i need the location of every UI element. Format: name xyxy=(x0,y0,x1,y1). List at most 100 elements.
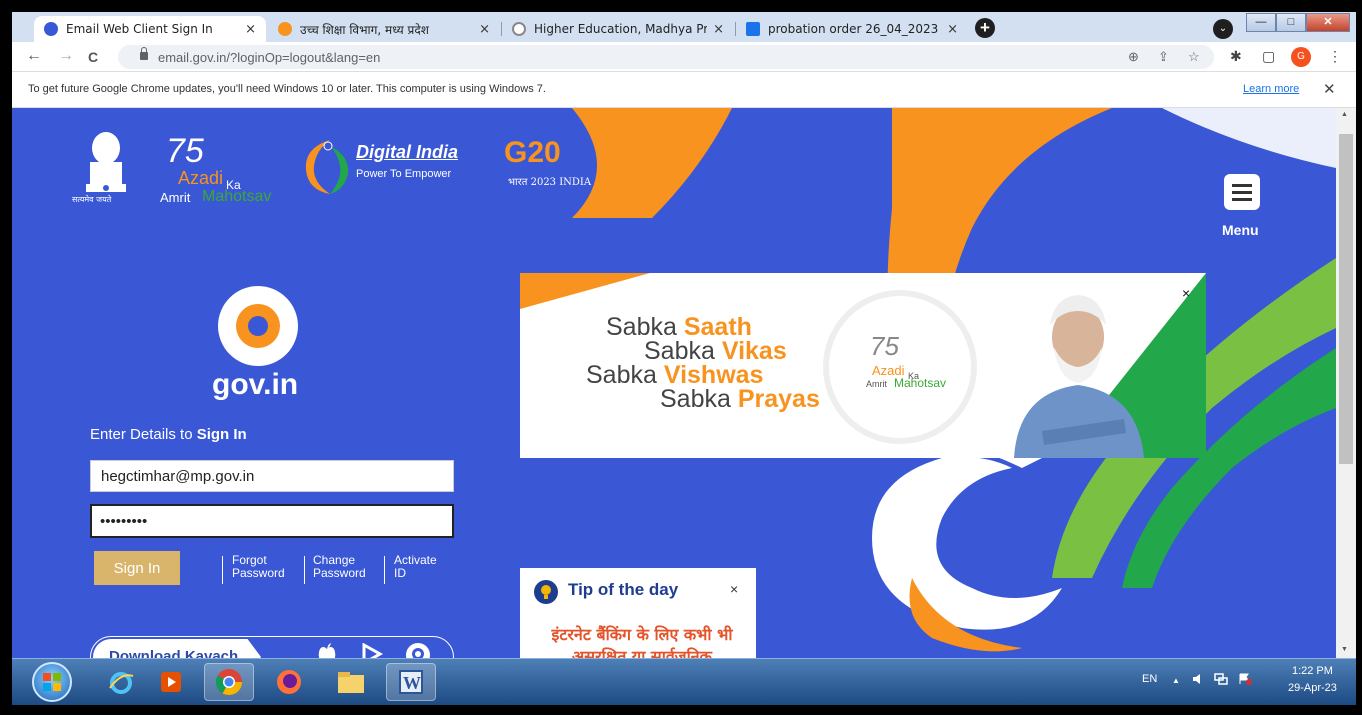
link-separator xyxy=(222,556,223,584)
tab-ucch-shiksha[interactable]: उच्च शिक्षा विभाग, मध्य प्रदेश × xyxy=(268,16,500,42)
browser-toolbar: ← → C email.gov.in/?loginOp=logout&lang=… xyxy=(12,42,1356,72)
back-button[interactable]: ← xyxy=(26,47,42,65)
volume-icon[interactable] xyxy=(1192,673,1206,688)
learn-more-link[interactable]: Learn more xyxy=(1243,83,1299,95)
tray-overflow-icon[interactable]: ▲ xyxy=(1172,676,1180,685)
media-center-icon[interactable] xyxy=(146,663,196,701)
hamburger-icon xyxy=(1232,184,1252,187)
reload-button[interactable]: C xyxy=(88,49,98,65)
link-separator xyxy=(384,556,385,584)
tip-title: Tip of the day xyxy=(568,580,679,599)
word-icon[interactable]: W xyxy=(386,663,436,701)
tip-close-icon[interactable]: × xyxy=(730,581,738,597)
download-kavach-bar: Download Kavach xyxy=(90,636,454,658)
maximize-button[interactable]: □ xyxy=(1276,13,1306,32)
more-menu-icon[interactable]: ⋮ xyxy=(1328,48,1342,65)
side-panel-icon[interactable]: ▢ xyxy=(1262,48,1275,65)
share-icon[interactable]: ⇪ xyxy=(1158,49,1169,65)
tab-probation-order[interactable]: probation order 26_04_2023 × xyxy=(736,16,968,42)
browser-window: Email Web Client Sign In × उच्च शिक्षा व… xyxy=(12,12,1356,705)
mp-gov-icon xyxy=(278,22,292,36)
firefox-icon[interactable] xyxy=(264,663,314,701)
digital-india-title: Digital India xyxy=(356,142,459,162)
sign-in-button[interactable]: Sign In xyxy=(94,551,180,585)
change-password-link[interactable]: Change Password xyxy=(313,554,366,580)
url-text: email.gov.in/?loginOp=logout&lang=en xyxy=(158,50,381,65)
lock-icon[interactable] xyxy=(140,47,148,60)
banner-close-icon[interactable]: × xyxy=(1182,285,1190,301)
g20-logo: G20 भारत 2023 INDIA xyxy=(502,136,622,192)
scroll-up-icon[interactable]: ▲ xyxy=(1341,111,1348,118)
tab-close-icon[interactable]: × xyxy=(245,22,256,37)
language-indicator[interactable]: EN xyxy=(1142,673,1157,685)
promo-banner: Sabka Saath Sabka Vikas Sabka Vishwas Sa… xyxy=(520,273,1206,458)
minimize-button[interactable]: — xyxy=(1246,13,1276,32)
azadi-ka-amrit-mahotsav-logo: 75 Azadi Ka Amrit Mahotsav xyxy=(158,132,308,205)
tab-title: Email Web Client Sign In xyxy=(66,22,213,36)
tab-title: Higher Education, Madhya Prade xyxy=(534,22,708,36)
banner-akam-mahotsav: Mahotsav xyxy=(894,376,947,390)
menu-button[interactable] xyxy=(1224,174,1260,210)
scroll-down-icon[interactable]: ▼ xyxy=(1341,646,1348,653)
lightbulb-icon xyxy=(534,580,558,604)
windows-taskbar: W EN ▲ 1:22 PM 29-Apr-23 xyxy=(12,658,1356,705)
kavach-app-icon[interactable] xyxy=(405,642,431,658)
menu-label[interactable]: Menu xyxy=(1222,222,1259,238)
download-kavach-button[interactable]: Download Kavach xyxy=(93,639,261,658)
tab-close-icon[interactable]: × xyxy=(947,22,958,37)
action-center-flag-icon[interactable] xyxy=(1238,673,1252,688)
page-content: सत्यमेव जयते 75 Azadi Ka Amrit Mahotsav … xyxy=(12,108,1336,658)
slogan-line-4: Sabka Prayas xyxy=(660,385,820,413)
tab-email-sign-in[interactable]: Email Web Client Sign In × xyxy=(34,16,266,42)
update-infobar: To get future Google Chrome updates, you… xyxy=(12,72,1356,108)
scroll-thumb[interactable] xyxy=(1339,134,1353,464)
clock-time: 1:22 PM xyxy=(1291,665,1333,677)
link-line: ID xyxy=(394,566,406,580)
infobar-close-icon[interactable]: ✕ xyxy=(1323,80,1336,98)
start-button[interactable] xyxy=(32,662,72,702)
internet-explorer-icon[interactable] xyxy=(96,663,146,701)
play-store-icon[interactable] xyxy=(361,642,384,658)
heading-prefix: Enter Details to xyxy=(90,426,197,443)
gov-mail-icon xyxy=(44,22,58,36)
forward-button[interactable]: → xyxy=(58,47,74,65)
globe-icon xyxy=(512,22,526,36)
svg-text:W: W xyxy=(403,673,421,693)
page-scrollbar[interactable]: ▲ ▼ xyxy=(1336,108,1356,658)
akam-azadi: Azadi xyxy=(178,168,224,188)
tip-of-the-day-panel: Tip of the day × इंटरनेट बैंकिंग के लिए … xyxy=(520,568,756,658)
apple-icon[interactable] xyxy=(317,643,337,658)
extensions-icon[interactable]: ✱ xyxy=(1230,48,1242,65)
tab-higher-education[interactable]: Higher Education, Madhya Prade × xyxy=(502,16,734,42)
activate-id-link[interactable]: Activate ID xyxy=(394,554,437,580)
sign-in-heading: Enter Details to Sign In xyxy=(90,426,247,443)
infobar-message: To get future Google Chrome updates, you… xyxy=(28,83,546,95)
hamburger-icon xyxy=(1232,198,1252,201)
digital-india-icon xyxy=(305,140,349,194)
zoom-icon[interactable]: ⊕ xyxy=(1128,49,1139,65)
tip-body: इंटरनेट बैंकिंग के लिए कभी भी असुरक्षित … xyxy=(551,625,733,658)
tab-close-icon[interactable]: × xyxy=(713,22,724,37)
bookmark-star-icon[interactable]: ☆ xyxy=(1188,49,1200,65)
document-icon xyxy=(746,22,760,36)
tab-search-button[interactable]: ⌄ xyxy=(1213,19,1233,39)
email-input[interactable] xyxy=(90,460,454,492)
profile-avatar[interactable]: G xyxy=(1291,47,1311,67)
link-line: Password xyxy=(313,566,366,580)
system-clock[interactable]: 1:22 PM 29-Apr-23 xyxy=(1288,663,1337,697)
portrait-image xyxy=(1014,295,1144,458)
network-icon[interactable] xyxy=(1214,673,1228,688)
clock-date: 29-Apr-23 xyxy=(1288,682,1337,694)
address-bar[interactable]: email.gov.in/?loginOp=logout&lang=en ⊕ ⇪… xyxy=(118,45,1214,69)
close-window-button[interactable]: ✕ xyxy=(1306,13,1350,32)
file-explorer-icon[interactable] xyxy=(326,663,376,701)
forgot-password-link[interactable]: Forgot Password xyxy=(232,554,285,580)
window-controls: — □ ✕ xyxy=(1246,13,1350,32)
password-input[interactable] xyxy=(90,504,454,538)
gov-in-at-logo-icon xyxy=(218,286,298,366)
tab-title: उच्च शिक्षा विभाग, मध्य प्रदेश xyxy=(300,22,429,37)
g20-title: G20 xyxy=(504,136,561,169)
chrome-icon[interactable] xyxy=(204,663,254,701)
tab-close-icon[interactable]: × xyxy=(479,22,490,37)
new-tab-button[interactable]: + xyxy=(975,18,995,38)
